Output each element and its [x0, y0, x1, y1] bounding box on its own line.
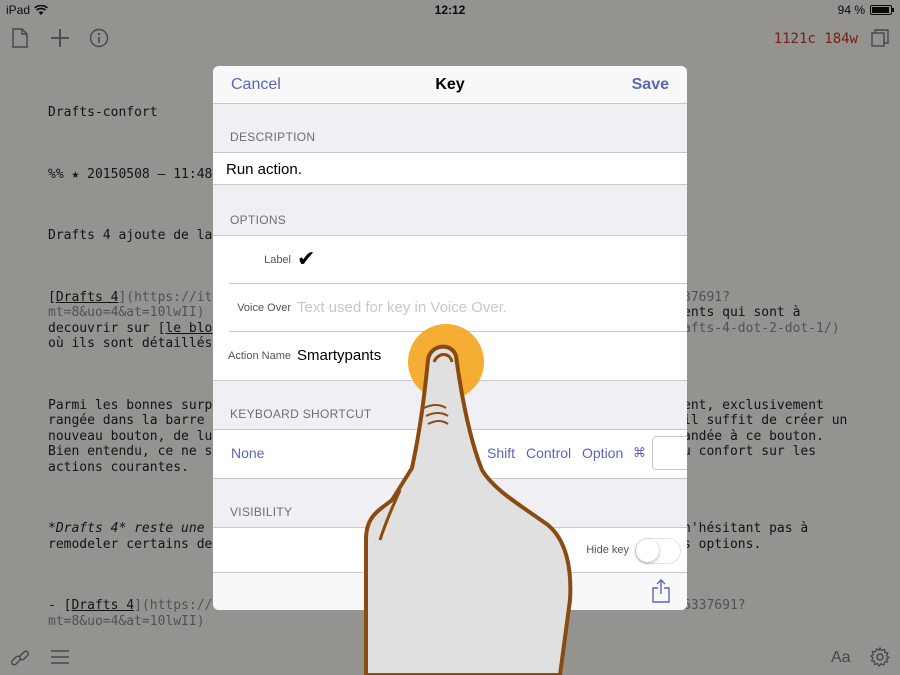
share-icon[interactable] — [652, 579, 670, 603]
keyboard-shortcut-group: None Shift Control Option ⌘ — [213, 429, 687, 479]
control-modifier-button[interactable]: Control — [526, 445, 571, 461]
save-button[interactable]: Save — [632, 76, 669, 94]
keyboard-shortcut-section-header: KEYBOARD SHORTCUT — [213, 381, 687, 429]
voiceover-field-label: Voice Over — [237, 302, 291, 314]
description-field[interactable]: Run action. — [213, 153, 687, 184]
key-editor-sheet: Cancel Key Save DESCRIPTION Run action. … — [213, 66, 687, 610]
label-row[interactable]: Label ✔ — [213, 236, 687, 284]
hide-key-toggle[interactable] — [635, 538, 681, 564]
description-group: Run action. — [213, 152, 687, 185]
checkmark-icon: ✔ — [297, 246, 316, 271]
action-name-field-label: Action Name — [228, 350, 291, 362]
options-group: Label ✔ Voice Over Text used for key in … — [213, 235, 687, 381]
command-modifier-button[interactable]: ⌘ — [633, 445, 646, 461]
shortcut-none-button[interactable]: None — [231, 445, 264, 461]
voiceover-row[interactable]: Voice Over Text used for key in Voice Ov… — [213, 284, 687, 332]
sheet-title: Key — [435, 76, 465, 93]
hide-key-label: Hide key — [586, 544, 629, 556]
keyboard-shortcut-row: None Shift Control Option ⌘ — [213, 430, 687, 478]
option-modifier-button[interactable]: Option — [582, 445, 623, 461]
shortcut-key-input[interactable] — [652, 436, 687, 470]
sheet-footer — [213, 572, 687, 610]
hide-key-row: Hide key — [213, 528, 687, 576]
toggle-knob — [636, 539, 659, 562]
section-header-label: VISIBILITY — [230, 505, 293, 519]
sheet-navigation-bar: Cancel Key Save — [213, 66, 687, 104]
section-header-label: OPTIONS — [230, 213, 287, 227]
section-header-label: KEYBOARD SHORTCUT — [230, 407, 372, 421]
shift-modifier-button[interactable]: Shift — [487, 445, 515, 461]
description-value: Run action. — [226, 161, 302, 178]
voiceover-input[interactable]: Text used for key in Voice Over. — [297, 299, 507, 316]
description-section-header: DESCRIPTION — [213, 104, 687, 152]
options-section-header: OPTIONS — [213, 185, 687, 235]
visibility-group: Hide key — [213, 527, 687, 577]
section-header-label: DESCRIPTION — [230, 130, 316, 144]
visibility-section-header: VISIBILITY — [213, 479, 687, 527]
action-name-row[interactable]: Action Name Smartypants — [213, 332, 687, 380]
action-name-input[interactable]: Smartypants — [297, 347, 381, 364]
label-field-label: Label — [264, 254, 291, 266]
